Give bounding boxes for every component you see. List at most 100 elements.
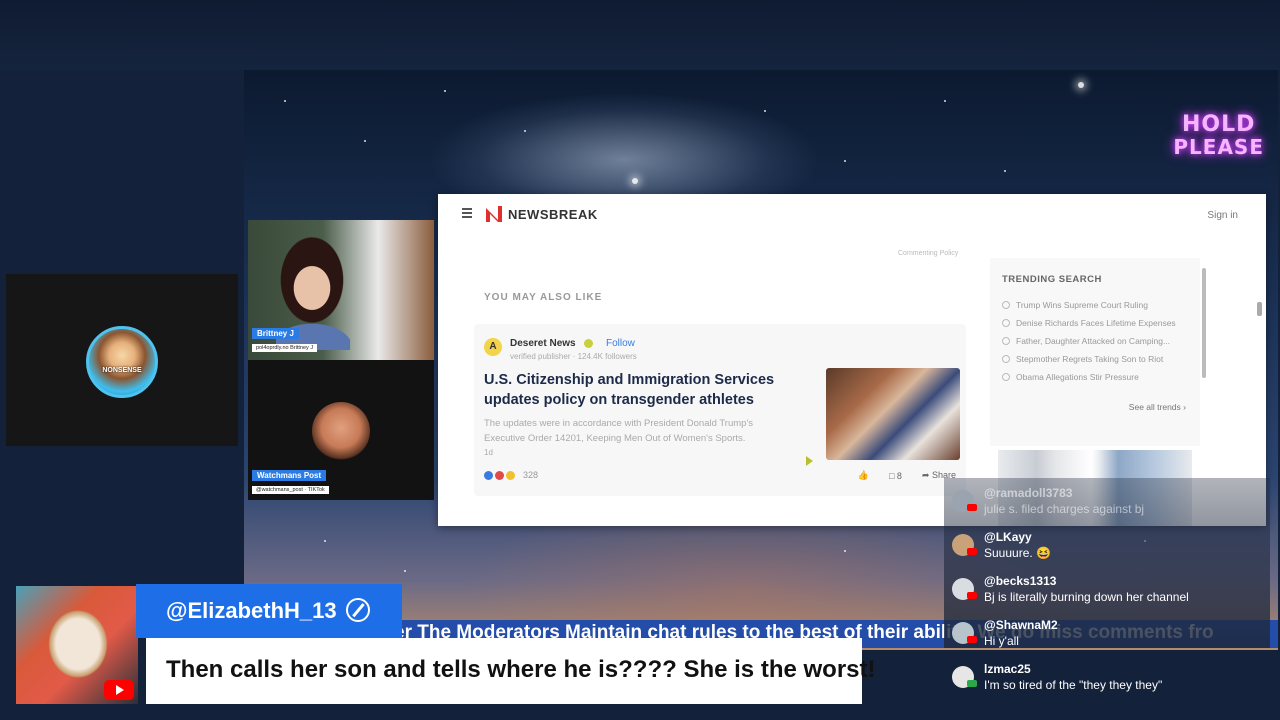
publisher-meta: verified publisher · 124.4K followers [510,352,637,361]
featured-comment-message: Then calls her son and tells where he is… [166,656,876,683]
chat-username: @ramadoll3783 [984,486,1073,500]
blocked-icon [346,598,370,622]
trending-title: TRENDING SEARCH [1002,274,1102,285]
comment-button[interactable]: □ 8 [889,471,902,481]
star [764,110,766,112]
host-avatar-text: NONSENSE [102,367,142,374]
search-icon [1002,355,1010,363]
haha-reaction-icon [506,470,515,480]
follow-button[interactable]: Follow [606,338,635,349]
commenting-policy-link[interactable]: Commenting Policy [898,250,958,257]
chat-text: julie s. filed charges against bj [984,502,1145,516]
search-icon [1002,337,1010,345]
youtube-icon [967,548,977,555]
verified-icon [584,339,593,348]
chat-message: lzmac25 I'm so tired of the "they they t… [952,662,1262,702]
search-icon [1002,319,1010,327]
chat-username: @becks1313 [984,574,1057,588]
star [324,540,326,542]
chat-username: @ShawnaM2 [984,618,1058,632]
search-icon [1002,373,1010,381]
reaction-count: 328 [523,470,539,480]
trending-item[interactable]: Father, Daughter Attacked on Camping... [1002,336,1170,346]
guest-camera-2: Watchmans Post @watchmans_post · TIKTok [248,360,434,500]
thumbs-up-icon[interactable]: 👍 [858,470,869,481]
trending-item[interactable]: Obama Allegations Stir Pressure [1002,372,1139,382]
guest-camera-1: Brittney J pol4oprdly.no Brittney J [248,220,434,360]
trending-scrollbar[interactable] [1202,268,1206,378]
star [404,570,406,572]
newsbreak-header: NEWSBREAK Sign in [438,194,1266,234]
host-panel: NONSENSE [6,274,238,446]
chat-message: @ramadoll3783 julie s. filed charges aga… [952,486,1262,526]
star [844,160,846,162]
newsbreak-logo[interactable]: NEWSBREAK [484,204,598,224]
chat-text: I'm so tired of the "they they they" [984,678,1163,692]
see-all-label: See all trends [1128,402,1181,412]
chat-message: @becks1313 Bj is literally burning down … [952,574,1262,614]
trending-item-label: Stepmother Regrets Taking Son to Riot [1016,354,1164,364]
article-age: 1d [484,448,493,457]
hold-line-2: PLEASE [1173,135,1264,159]
sign-in-link[interactable]: Sign in [1207,210,1238,221]
trending-item-label: Denise Richards Faces Lifetime Expenses [1016,318,1176,328]
publisher-logo: A [484,338,502,356]
guest-name-tag: Brittney J [252,328,299,339]
youtube-icon [967,504,977,511]
hold-line-1: HOLD [1181,112,1256,137]
guest-name-tag: Watchmans Post [252,470,327,481]
search-icon [1002,301,1010,309]
like-reaction-icon [484,470,493,480]
guest-handle: pol4oprdly.no Brittney J [252,344,318,352]
hold-please-sign: HOLD PLEASE [1173,112,1264,159]
trending-item-label: Father, Daughter Attacked on Camping... [1016,336,1171,346]
guest-handle: @watchmans_post · TIKTok [252,486,329,494]
menu-icon[interactable] [462,208,472,218]
trending-item[interactable]: Trump Wins Supreme Court Ruling [1002,300,1148,310]
article-thumbnail[interactable] [826,368,960,460]
chat-message: @LKayy Suuuure. 😆 [952,530,1262,570]
article-summary: The updates were in accordance with Pres… [484,418,754,444]
youtube-icon [104,680,134,700]
publisher-name[interactable]: Deseret News [510,338,576,349]
reactions[interactable]: 328 [484,470,538,480]
trending-item-label: Obama Allegations Stir Pressure [1016,372,1139,382]
chat-text: Hi y'all [984,634,1019,648]
you-may-also-like-heading: YOU MAY ALSO LIKE [484,292,603,303]
page-scrollbar[interactable] [1257,302,1262,316]
star [844,550,846,552]
host-avatar: NONSENSE [86,326,158,398]
star [524,130,526,132]
chat-username: @LKayy [984,530,1032,544]
newsbreak-brand: NEWSBREAK [508,206,598,222]
live-chat: @ramadoll3783 julie s. filed charges aga… [944,478,1270,720]
chat-text: Suuuure. 😆 [984,546,1051,560]
member-badge-icon [967,680,977,687]
love-reaction-icon [495,470,504,480]
star [444,90,446,92]
youtube-icon [967,636,977,643]
top-background [0,0,1280,70]
article-card[interactable]: A Deseret News Follow verified publisher… [474,324,966,496]
star [284,100,286,102]
featured-commenter-name: @ElizabethH_13 [166,598,337,623]
chat-text: Bj is literally burning down her channel [984,590,1189,604]
article-actions: 👍 □ 8 ➦ Share [858,470,956,481]
chevron-right-icon: › [1183,402,1186,412]
mouse-cursor-icon [806,456,813,466]
youtube-icon [967,592,977,599]
chat-message: @ShawnaM2 Hi y'all [952,618,1262,658]
featured-comment-box: Then calls her son and tells where he is… [146,638,876,704]
star [1078,82,1084,88]
trending-item[interactable]: Denise Richards Faces Lifetime Expenses [1002,318,1176,328]
featured-comment-header: @ElizabethH_13 [136,584,402,638]
star [944,100,946,102]
chat-username: lzmac25 [984,662,1031,676]
see-all-trends-link[interactable]: See all trends › [1129,402,1186,412]
trending-item-label: Trump Wins Supreme Court Ruling [1016,300,1148,310]
article-headline[interactable]: U.S. Citizenship and Immigration Service… [484,370,814,410]
star [364,140,366,142]
guest-video [312,402,370,460]
star [632,178,638,184]
trending-item[interactable]: Stepmother Regrets Taking Son to Riot [1002,354,1163,364]
